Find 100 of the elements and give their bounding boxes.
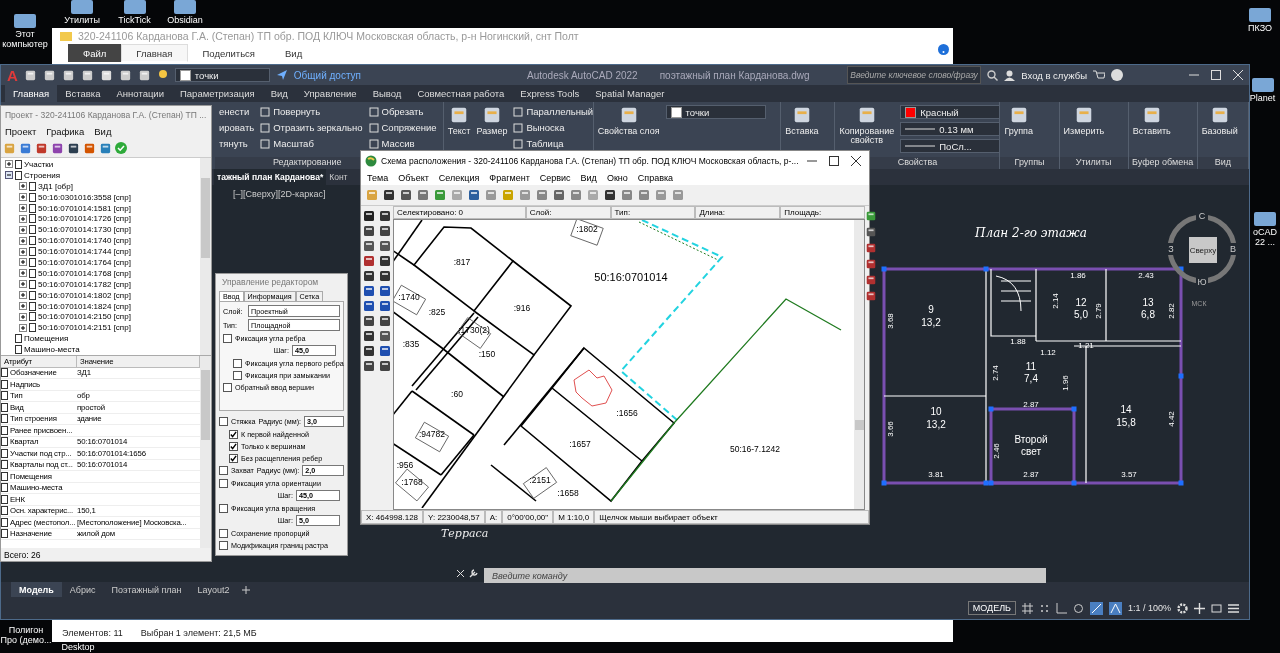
ribbon-tab[interactable]: Express Tools (512, 85, 588, 102)
desktop-icon-label[interactable]: Этот компьютер (0, 30, 50, 50)
menu-item[interactable]: Селекция (438, 173, 480, 183)
tree-item[interactable]: 50:16:0701014:1581 [спр] (38, 203, 131, 213)
signin-link[interactable]: Вход в службы (1021, 69, 1087, 81)
tree-item[interactable]: 50:16:0701014:1768 [спр] (38, 268, 131, 278)
ribbon-button[interactable]: тянуть (219, 137, 255, 150)
command-field[interactable]: Введите команду (484, 568, 1046, 583)
ribbon-button[interactable]: Свойства слоя (597, 105, 660, 137)
parcel-label: :1658 (557, 488, 579, 498)
ribbon-tab[interactable]: Параметризация (172, 85, 263, 102)
model-button[interactable]: МОДЕЛЬ (967, 601, 1016, 615)
tree-item[interactable]: 50:16:0701014:1726 [спр] (38, 214, 131, 224)
menu-item[interactable]: Фрагмент (489, 173, 530, 183)
layout-tab[interactable]: Абрис (61, 582, 104, 597)
ribbon-button[interactable]: Копирование свойств (839, 105, 895, 146)
ribbon-button[interactable]: Выноска (513, 121, 593, 134)
ribbon-button[interactable]: Сопряжение (368, 121, 437, 134)
menu-item[interactable]: Окно (606, 173, 628, 183)
room-label: 12 (1075, 297, 1087, 308)
ribbon-button[interactable]: енести (219, 105, 255, 118)
layout-tab[interactable]: Layout2 (189, 582, 238, 597)
ribbon-button[interactable]: Повернуть (260, 105, 363, 118)
compass-label[interactable]: С (1198, 211, 1206, 221)
desktop-icon-label[interactable]: Planet (1249, 94, 1276, 104)
ribbon-tab[interactable]: Совместная работа (409, 85, 513, 102)
ribbon-tab[interactable]: Главная (5, 85, 58, 102)
ribbon-button[interactable]: Таблица (513, 137, 593, 150)
desktop-icon-label[interactable]: ПКЗО (1248, 24, 1272, 34)
desktop-icon-label[interactable]: Obsidian (167, 16, 203, 26)
share-link[interactable]: Общий доступ (293, 69, 362, 81)
ribbon-button[interactable]: Базовый (1201, 105, 1238, 137)
search-field[interactable]: Введите ключевое слово/фразу (847, 66, 982, 84)
menu-item[interactable]: Вид (94, 126, 112, 137)
desktop-icon-label[interactable]: Desktop (61, 643, 95, 653)
tree-item[interactable]: 50:16:0701014:2150 [спр] (38, 312, 131, 322)
parcel-label: :835 (402, 339, 420, 349)
tree-item[interactable]: 50:16:0701014:1824 [спр] (38, 301, 131, 311)
ribbon-button[interactable]: Группа (1004, 105, 1033, 137)
ribbon-button[interactable]: Массив (368, 137, 437, 150)
ribbon-button[interactable]: Вставить (1132, 105, 1171, 137)
ribbon-button[interactable]: Измерить (1063, 105, 1105, 137)
property-dropdown[interactable]: Красный (900, 105, 1001, 119)
tree-item[interactable]: 50:16:0301016:3558 [спр] (38, 192, 131, 202)
scale-indicator[interactable]: 1:1 / 100% (1127, 603, 1171, 613)
desktop-icon-label[interactable]: oCAD 22 ... (1250, 228, 1280, 248)
tree-item[interactable]: 50:16:0701014:1744 [спр] (38, 247, 131, 257)
ribbon-tab[interactable]: Вид (262, 85, 296, 102)
desktop-icon-label[interactable]: Утилиты (64, 16, 100, 26)
layout-tab[interactable]: Поэтажный план (103, 582, 190, 597)
ribbon-button[interactable]: Текст (447, 105, 471, 137)
tree-item[interactable]: 50:16:0701014:1740 [спр] (38, 236, 131, 246)
tree-item[interactable]: 50:16:0701014:2151 [спр] (38, 323, 131, 333)
property-dropdown[interactable]: ПоСл... (900, 139, 1001, 153)
menu-item[interactable]: Сервис (539, 173, 571, 183)
ribbon-button[interactable]: Параллельный (513, 105, 593, 118)
menu-item[interactable]: Графика (46, 126, 85, 137)
menu-item[interactable]: Объект (398, 173, 429, 183)
tree-item[interactable]: Машино-места (24, 345, 80, 355)
property-dropdown[interactable]: точки (665, 105, 766, 119)
ribbon-tab[interactable]: Вид (270, 44, 318, 62)
tree-item[interactable]: 50:16:0701014:1764 [спр] (38, 257, 131, 267)
layout-tab[interactable]: Модель (11, 582, 62, 597)
ribbon-button[interactable]: Обрезать (368, 105, 437, 118)
layer-dropdown[interactable]: точки (174, 68, 270, 82)
dimension-label: 2.46 (992, 443, 1001, 459)
ribbon-tab[interactable]: Файл (68, 44, 122, 62)
tree-item[interactable]: 50:16:0701014:1802 [спр] (38, 290, 131, 300)
ribbon-tab[interactable]: Главная (121, 44, 188, 62)
ribbon-button[interactable]: Вставка (785, 105, 819, 137)
menu-item[interactable]: Проект (5, 126, 37, 137)
property-dropdown[interactable]: 0.13 мм (900, 122, 1001, 136)
tree-item[interactable]: Строения (24, 170, 60, 180)
ribbon-tab[interactable]: Управление (295, 85, 365, 102)
tree-item[interactable]: 50:16:0701014:1782 [спр] (38, 279, 131, 289)
ribbon-button[interactable]: Масштаб (260, 137, 363, 150)
tree-item[interactable]: Помещения (24, 334, 69, 344)
ribbon-tab[interactable]: Вывод (364, 85, 410, 102)
tree-item[interactable]: 50:16:0701014:1730 [спр] (38, 225, 131, 235)
desktop-icon-label[interactable]: TickTick (118, 16, 151, 26)
tree-item[interactable]: Участки (24, 159, 54, 169)
viewcube-label[interactable]: Сверху (1189, 246, 1217, 255)
ribbon-button[interactable]: Размер (476, 105, 508, 137)
menu-item[interactable]: Вид (580, 173, 597, 183)
compass-label[interactable]: Ю (1197, 277, 1207, 287)
ribbon-tab[interactable]: Вставка (57, 85, 109, 102)
ribbon-tab[interactable]: Аннотации (108, 85, 172, 102)
desktop-icon-label[interactable]: Полигон Про (демо... (0, 626, 52, 646)
ribbon-tab[interactable]: Поделиться (187, 44, 270, 62)
ribbon-tab[interactable]: Spatial Manager (587, 85, 673, 102)
parcel-label: :1768 (401, 477, 423, 487)
tree-item[interactable]: ЗД1 [обр] (38, 181, 73, 191)
panel-title[interactable]: Редактирование (273, 157, 342, 169)
viewport-label[interactable]: [–][Сверху][2D-каркас] (233, 189, 326, 199)
ribbon-button[interactable]: ировать (219, 121, 255, 134)
document-tab[interactable]: тажный план Карданова* (214, 169, 327, 185)
menu-item[interactable]: Тема (367, 173, 389, 183)
ribbon-button[interactable]: Отразить зеркально (260, 121, 363, 134)
document-tab[interactable]: Конт (326, 169, 351, 185)
menu-item[interactable]: Справка (637, 173, 674, 183)
